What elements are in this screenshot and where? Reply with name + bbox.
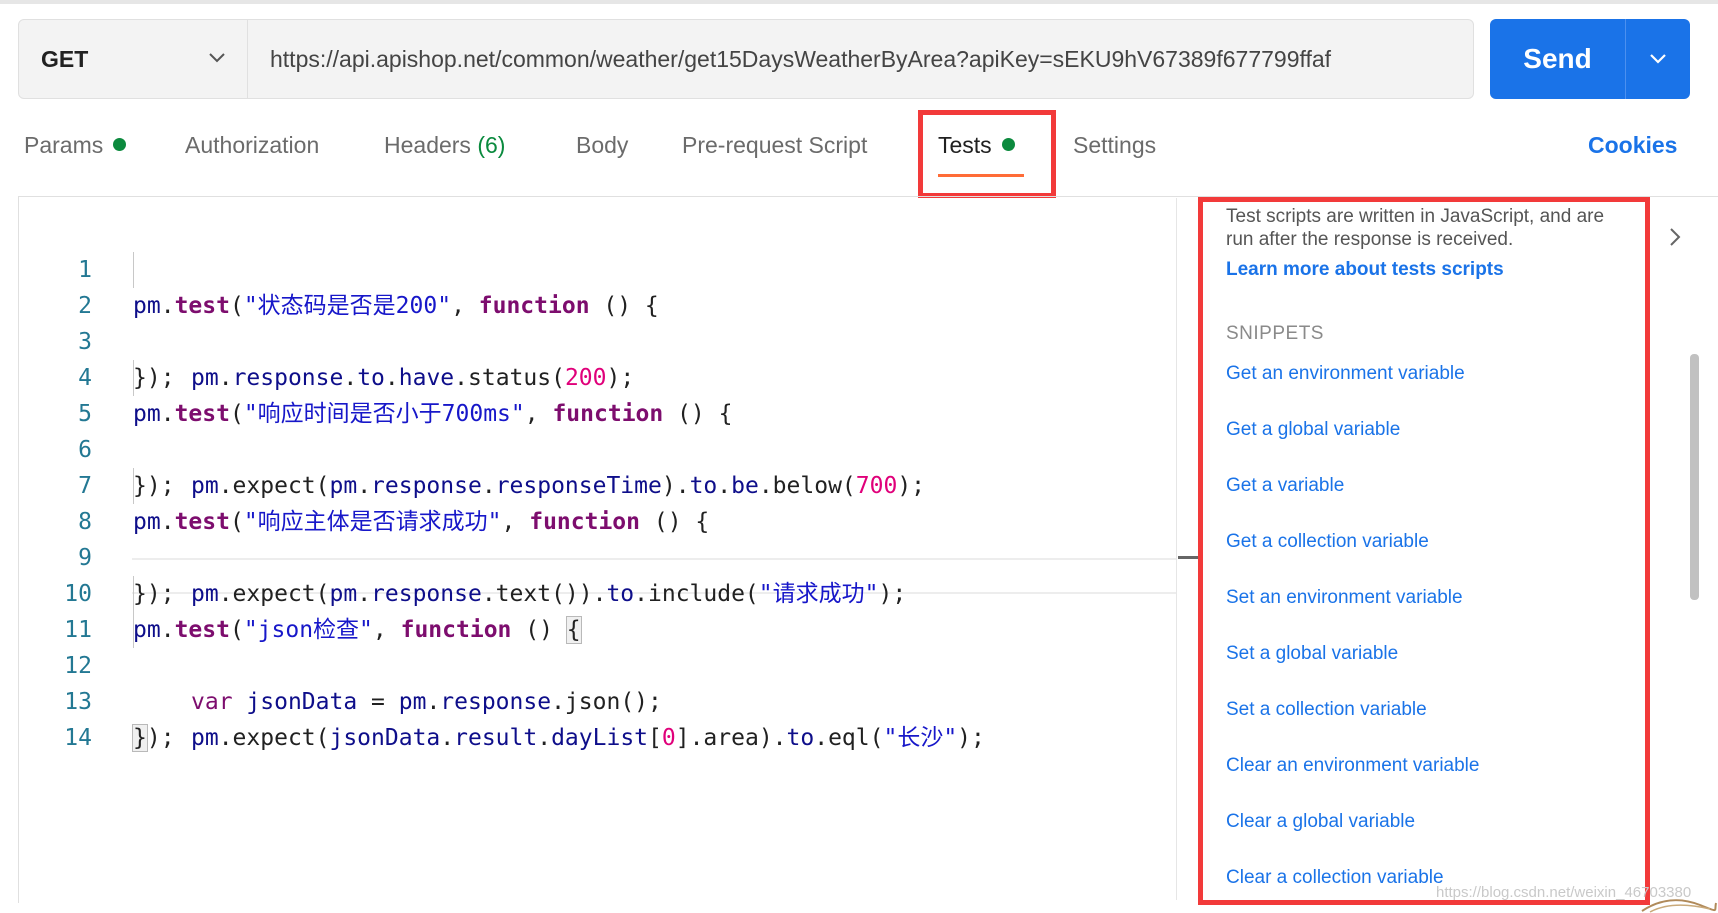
code-line: 4 pm.test("响应时间是否小于700ms", function () { (20, 324, 1176, 427)
params-status-dot (113, 138, 127, 151)
code-line: 6 }); (20, 396, 1176, 499)
code-line: 3 }); (20, 288, 1176, 391)
code-line: 11 var jsonData = pm.response.json(); (20, 576, 1176, 715)
tab-headers[interactable]: Headers (6) (384, 132, 505, 159)
send-button[interactable]: Send (1490, 19, 1690, 99)
url-input[interactable]: https://api.apishop.net/common/weather/g… (248, 19, 1474, 99)
code-line: 9 }); (20, 504, 1176, 607)
tab-params[interactable]: Params (24, 132, 127, 159)
code-text: pm.expect(jsonData.result.dayList[0].are… (191, 725, 985, 751)
side-panel-separator (1176, 198, 1177, 900)
code-line: 10 pm.test("json检查", function () { (20, 540, 1176, 644)
chevron-down-icon (1650, 54, 1666, 64)
chevron-right-icon[interactable] (1666, 226, 1684, 248)
chevron-down-icon (209, 53, 225, 63)
cookies-link[interactable]: Cookies (1588, 132, 1677, 159)
code-text: }); (132, 724, 175, 752)
tab-pre-request-script[interactable]: Pre-request Script (682, 132, 867, 159)
code-line: 1 pm.test("状态码是否是200", function () { (20, 216, 1176, 319)
scrollbar-thumb[interactable] (1690, 354, 1699, 600)
code-line: 2 pm.response.to.have.status(200); (20, 252, 1176, 391)
code-line: 8 pm.expect(pm.response.text()).to.inclu… (20, 468, 1176, 607)
index-value: 0 (661, 725, 676, 751)
city-string: "长沙" (883, 725, 958, 751)
indent-guide (133, 576, 134, 612)
url-text: https://api.apishop.net/common/weather/g… (270, 45, 1332, 72)
decorative-curl (1641, 899, 1717, 913)
tab-settings-label: Settings (1073, 132, 1157, 158)
overview-ruler-marker (1178, 556, 1198, 559)
tab-settings[interactable]: Settings (1073, 132, 1156, 159)
code-line: 7 pm.test("响应主体是否请求成功", function () { (20, 432, 1176, 535)
code-line: 13 }); (20, 648, 1176, 752)
tab-prerequest-label: Pre-request Script (682, 132, 868, 158)
tab-params-label: Params (24, 132, 104, 158)
send-label: Send (1523, 43, 1592, 74)
tab-authorization-label: Authorization (185, 132, 320, 158)
line-number: 14 (64, 725, 92, 751)
tab-body[interactable]: Body (576, 132, 628, 159)
code-line: 5 pm.expect(pm.response.responseTime).to… (20, 360, 1176, 499)
tests-tab-highlight (918, 110, 1056, 198)
tab-body-label: Body (576, 132, 629, 158)
indent-guide (133, 252, 134, 288)
indent-guide (133, 360, 134, 396)
indent-guide (133, 612, 134, 648)
tab-authorization[interactable]: Authorization (185, 132, 319, 159)
method-label: GET (41, 45, 89, 72)
indent-guide (133, 468, 134, 504)
code-line: 12 pm.expect(jsonData.result.dayList[0].… (20, 612, 1176, 751)
snippets-panel-highlight (1198, 197, 1650, 905)
method-select[interactable]: GET (18, 19, 248, 99)
code-editor[interactable]: 1 pm.test("状态码是否是200", function () { 2 p… (20, 198, 1176, 900)
tab-headers-label: Headers (384, 132, 471, 158)
code-line: 14 (20, 684, 1176, 751)
headers-count: (6) (477, 132, 506, 158)
top-border (0, 0, 1718, 4)
send-options-button[interactable] (1626, 19, 1690, 99)
